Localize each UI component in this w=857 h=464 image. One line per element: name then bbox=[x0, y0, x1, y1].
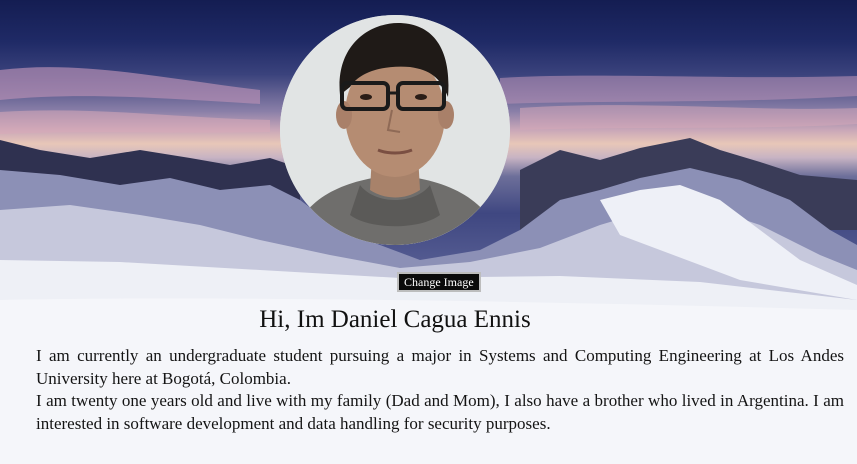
bio-paragraph: I am twenty one years old and live with … bbox=[36, 391, 844, 433]
person-photo-icon bbox=[280, 15, 510, 245]
profile-heading: Hi, Im Daniel Cagua Ennis bbox=[259, 306, 531, 333]
change-image-button[interactable]: Change Image bbox=[397, 272, 481, 292]
profile-page: Change Image Hi, Im Daniel Cagua Ennis I… bbox=[0, 0, 857, 464]
profile-avatar bbox=[280, 15, 510, 245]
bio-paragraph: I am currently an undergraduate student … bbox=[36, 346, 844, 388]
bio-text: I am currently an undergraduate student … bbox=[36, 345, 844, 435]
